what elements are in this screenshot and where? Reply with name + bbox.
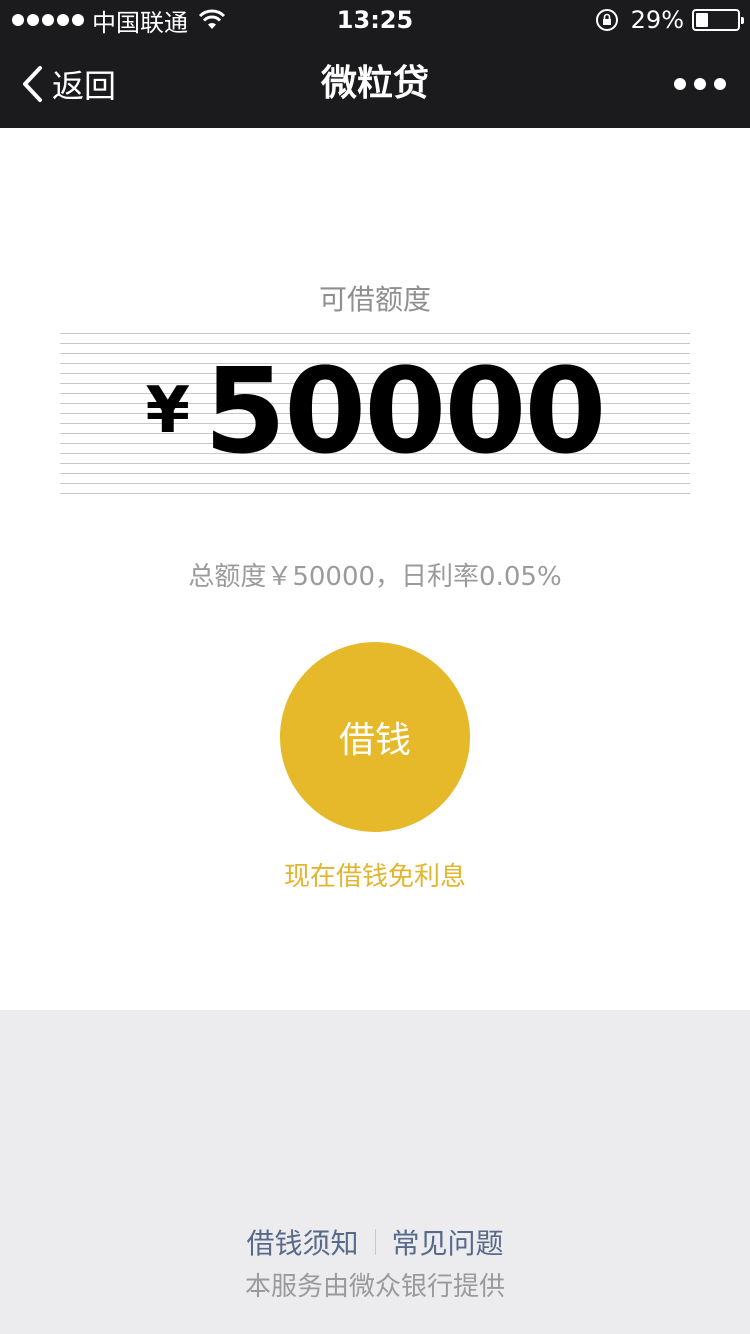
quota-label: 可借额度: [318, 283, 431, 316]
service-provider-text: 本服务由微众银行提供: [244, 1272, 505, 1302]
faq-link[interactable]: 常见问题: [392, 1222, 504, 1262]
more-options-button[interactable]: [674, 40, 726, 128]
loan-main-panel: 可借额度 ¥ 50000 总额度￥50000，日利率0.05% 借钱 现在借钱免…: [0, 128, 750, 1010]
back-button[interactable]: 返回: [20, 40, 116, 128]
more-dot-icon: [674, 78, 686, 90]
link-divider: [374, 1229, 376, 1255]
more-dot-icon: [714, 78, 726, 90]
status-right: 29%: [595, 0, 744, 40]
status-bar: 中国联通 13:25 29%: [0, 0, 750, 40]
footer-links: 借钱须知 常见问题: [0, 1222, 750, 1262]
credit-summary: 总额度￥50000，日利率0.05%: [188, 562, 562, 592]
promo-text: 现在借钱免利息: [283, 862, 466, 892]
battery-percent: 29%: [630, 6, 684, 34]
back-label: 返回: [52, 67, 117, 105]
currency-symbol: ¥: [145, 374, 190, 448]
available-amount-display: ¥ 50000: [0, 346, 750, 476]
navigation-bar: 返回 微粒贷: [0, 40, 750, 128]
chevron-left-icon: [23, 66, 42, 102]
borrow-button[interactable]: 借钱: [280, 642, 470, 832]
footer: 借钱须知 常见问题 本服务由微众银行提供: [0, 1010, 750, 1334]
battery-icon: [692, 9, 744, 31]
battery-level-fill: [696, 13, 708, 27]
rotation-lock-icon: [595, 9, 618, 31]
available-amount: 50000: [204, 342, 607, 480]
borrowing-notice-link[interactable]: 借钱须知: [246, 1222, 358, 1262]
more-dot-icon: [694, 78, 706, 90]
